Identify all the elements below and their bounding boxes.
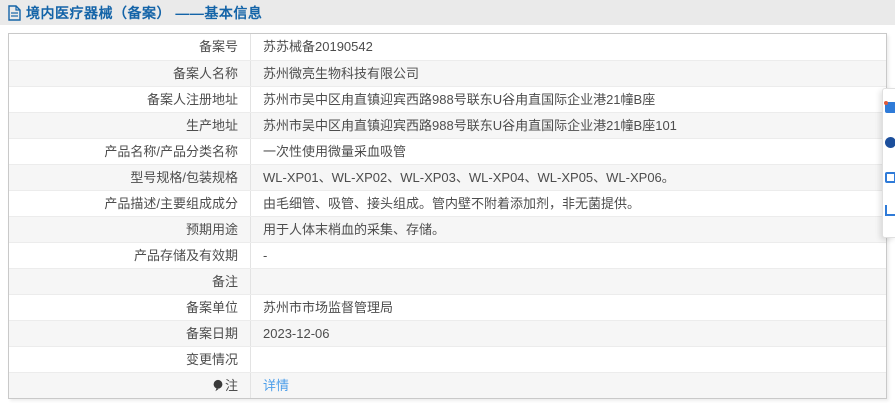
field-value: 用于人体末梢血的采集、存储。 [263, 222, 446, 237]
field-value [251, 269, 886, 294]
info-table: 备案号 苏苏械备20190542 备案人名称 苏州微亮生物科技有限公司 备案人注册地址苏… [8, 33, 887, 399]
toolbar-icon-share[interactable] [885, 172, 895, 183]
field-value [251, 347, 886, 372]
table-row: 预期用途 用于人体末梢血的采集、存储。 [9, 216, 886, 242]
table-row: 型号规格/包装规格 WL-XP01、WL-XP02、WL-XP03、WL-XP04… [9, 164, 886, 190]
field-label: 备案日期 [9, 321, 251, 346]
table-row: 产品名称/产品分类名称 一次性使用微量采血吸管 [9, 138, 886, 164]
field-value: 苏州市吴中区甪直镇迎宾西路988号联东U谷甪直国际企业港21幢B座101 [263, 118, 677, 133]
field-label: 备案单位 [9, 295, 251, 320]
field-label: 预期用途 [9, 217, 251, 242]
field-label: 注 [9, 373, 251, 398]
table-row: 备注 [9, 268, 886, 294]
field-value: 苏州市市场监督管理局 [263, 300, 394, 315]
field-label: 变更情况 [9, 347, 251, 372]
table-row: 变更情况 [9, 346, 886, 372]
page-header: 境内医疗器械（备案） ——基本信息 [0, 0, 895, 25]
toolbar-icon-chat[interactable] [884, 101, 895, 113]
field-label: 生产地址 [9, 113, 251, 138]
table-row: 备案号 苏苏械备20190542 [9, 34, 886, 60]
document-icon [8, 4, 21, 21]
field-label: 备案人注册地址 [9, 87, 251, 112]
field-label: 备案号 [9, 34, 251, 60]
field-value: 详情 [251, 373, 886, 398]
table-row: 生产地址 苏州市吴中区甪直镇迎宾西路988号联东U谷甪直国际企业港21幢B座101 [9, 112, 886, 138]
table-row: 注详情 [9, 372, 886, 398]
field-label: 备注 [9, 269, 251, 294]
field-value: 苏州市吴中区甪直镇迎宾西路988号联东U谷甪直国际企业港21幢B座 [263, 92, 656, 107]
field-value: - [263, 248, 268, 263]
field-value: 苏苏械备20190542 [263, 39, 373, 54]
field-label: 产品存储及有效期 [9, 243, 251, 268]
field-label: 产品名称/产品分类名称 [9, 139, 251, 164]
field-label: 型号规格/包装规格 [9, 165, 251, 190]
field-value: 一次性使用微量采血吸管 [263, 144, 407, 159]
table-row: 备案人注册地址 苏州市吴中区甪直镇迎宾西路988号联东U谷甪直国际企业港21幢B座 [9, 86, 886, 112]
field-value: 2023-12-06 [263, 326, 330, 341]
toolbar-icon-qq[interactable] [885, 137, 895, 148]
details-link[interactable]: 详情 [263, 378, 289, 393]
table-row: 备案日期 2023-12-06 [9, 320, 886, 346]
field-label: 备案人名称 [9, 61, 251, 86]
field-label: 产品描述/主要组成成分 [9, 191, 251, 216]
toolbar-icon-link[interactable] [885, 205, 895, 216]
table-row: 备案单位 苏州市市场监督管理局 [9, 294, 886, 320]
table-row: 产品描述/主要组成成分 由毛细管、吸管、接头组成。管内壁不附着添加剂，非无菌提供。 [9, 190, 886, 216]
field-value: 苏州微亮生物科技有限公司 [263, 66, 420, 81]
pin-icon [212, 375, 224, 392]
floating-widget[interactable] [882, 88, 895, 238]
table-row: 产品存储及有效期 - [9, 242, 886, 268]
field-value: 由毛细管、吸管、接头组成。管内壁不附着添加剂，非无菌提供。 [263, 196, 641, 211]
table-row: 备案人名称 苏州微亮生物科技有限公司 [9, 60, 886, 86]
page-title: 境内医疗器械（备案） ——基本信息 [26, 4, 263, 21]
field-value: WL-XP01、WL-XP02、WL-XP03、WL-XP04、WL-XP05、… [263, 170, 675, 185]
